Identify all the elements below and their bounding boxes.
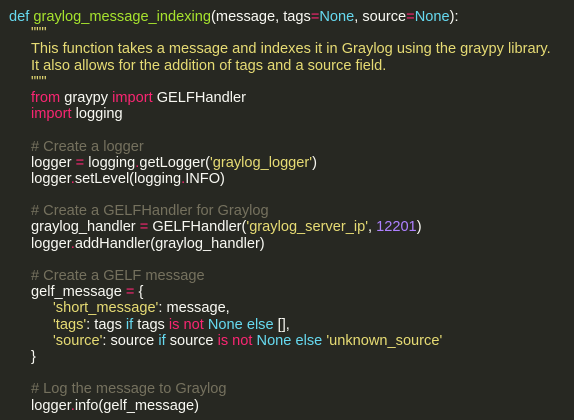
code-line: def graylog_message_indexing(message, ta… — [9, 9, 551, 25]
code-line: 'short_message': message, — [9, 300, 551, 316]
code-line: 'tags': tags if tags is not None else []… — [9, 317, 551, 333]
keyword-token: def — [9, 9, 30, 25]
code-token: addHandler(graylog_handler) — [74, 235, 265, 252]
string-token: 'source' — [53, 332, 103, 349]
operator-token: = — [139, 219, 149, 236]
keyword-token: None — [207, 316, 243, 333]
string-token: 'unknown_source' — [326, 332, 443, 349]
code-line: logger = logging.getLogger('graylog_logg… — [9, 155, 551, 171]
code-token: graypy — [60, 89, 113, 106]
comment-token: # Log the message to Graylog — [31, 381, 227, 398]
operator-token: = — [75, 154, 85, 171]
operator-token: import — [112, 89, 153, 106]
code-token: logging — [71, 106, 123, 123]
code-editor: def graylog_message_indexing(message, ta… — [9, 9, 551, 414]
code-token: } — [31, 348, 36, 365]
code-token: logger — [31, 235, 71, 252]
code-line: # Log the message to Graylog — [9, 381, 551, 397]
code-token: GELFHandler — [152, 89, 246, 106]
code-line: from graypy import GELFHandler — [9, 90, 551, 106]
keyword-token: else — [295, 332, 323, 349]
operator-token: from — [31, 89, 61, 106]
code-token: GELFHandler( — [148, 219, 247, 236]
operator-token: import — [31, 106, 72, 123]
code-token: , — [367, 219, 377, 236]
function-name-token: graylog_message_indexing — [33, 9, 212, 25]
code-line: gelf_message = { — [9, 284, 551, 300]
code-line: logger.setLevel(logging.INFO) — [9, 171, 551, 187]
keyword-token: None — [319, 9, 355, 25]
code-token: ) — [312, 154, 317, 171]
code-token: : message, — [158, 300, 230, 317]
code-line: 'source': source if source is not None e… — [9, 333, 551, 349]
code-line: } — [9, 349, 551, 365]
code-line: # Create a logger — [9, 139, 551, 155]
keyword-token: None — [256, 332, 292, 349]
code-token: [], — [273, 316, 290, 333]
comment-token: # Create a GELF message — [31, 268, 205, 284]
operator-token: is not — [168, 316, 204, 333]
code-line: graylog_handler = GELFHandler('graylog_s… — [9, 219, 551, 235]
code-token: : tags — [86, 316, 126, 333]
operator-token: = — [406, 9, 415, 25]
docstring-token: """ — [31, 73, 47, 90]
code-token: : source — [102, 332, 159, 349]
string-token: 'short_message' — [53, 300, 159, 317]
code-line: # Create a GELFHandler for Graylog — [9, 203, 551, 219]
comment-token: # Create a GELFHandler for Graylog — [31, 203, 269, 220]
number-token: 12201 — [376, 219, 417, 236]
keyword-token: else — [246, 316, 274, 333]
docstring-token: It also allows for the addition of tags … — [31, 57, 387, 74]
docstring-token: This function takes a message and indexe… — [31, 41, 551, 58]
code-line: """ — [9, 74, 551, 90]
code-token: logger — [31, 154, 76, 171]
code-token: getLogger( — [139, 154, 210, 171]
code-token: logger — [31, 170, 71, 187]
code-token: ): — [449, 9, 459, 25]
code-line: This function takes a message and indexe… — [9, 41, 551, 57]
code-line: It also allows for the addition of tags … — [9, 58, 551, 74]
operator-token: is not — [217, 332, 253, 349]
string-token: 'tags' — [53, 316, 87, 333]
code-token: logger — [31, 397, 71, 414]
code-token: info(gelf_message) — [74, 397, 199, 414]
code-token: setLevel(logging — [74, 170, 182, 187]
code-token: logging — [84, 154, 136, 171]
code-line: logger.info(gelf_message) — [9, 398, 551, 414]
code-token: { — [134, 284, 144, 301]
code-line: import logging — [9, 106, 551, 122]
docstring-token: """ — [31, 25, 47, 42]
code-token: ) — [416, 219, 422, 236]
code-line: logger.addHandler(graylog_handler) — [9, 236, 551, 252]
keyword-token: if — [158, 332, 166, 349]
code-token: (message, tags — [211, 9, 311, 25]
comment-token: # Create a logger — [31, 138, 144, 155]
code-token: INFO) — [185, 170, 225, 187]
string-token: 'graylog_server_ip' — [246, 219, 368, 236]
code-line: """ — [9, 25, 551, 41]
code-token: graylog_handler — [31, 219, 140, 236]
keyword-token: None — [414, 9, 450, 25]
string-token: 'graylog_logger' — [209, 154, 313, 171]
code-token: source — [165, 332, 218, 349]
code-token: tags — [133, 316, 169, 333]
code-line: # Create a GELF message — [9, 268, 551, 284]
code-token: gelf_message — [31, 284, 126, 301]
code-token: , source — [354, 9, 407, 25]
